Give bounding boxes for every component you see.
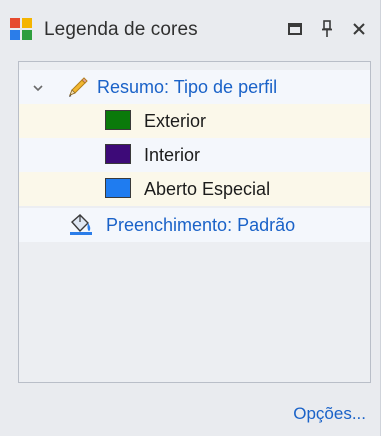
close-icon[interactable] xyxy=(346,16,372,42)
legend-item-label: Aberto Especial xyxy=(144,179,271,199)
color-swatch xyxy=(105,110,131,130)
color-swatch xyxy=(105,144,131,164)
legend-item-label: Exterior xyxy=(144,111,207,131)
options-link[interactable]: Opções... xyxy=(293,404,366,424)
window-restore-icon[interactable] xyxy=(282,16,308,42)
color-legend-icon xyxy=(10,18,32,40)
color-legend-panel: Legenda de cores Resumo: Tipo de perfil … xyxy=(0,0,381,436)
legend-item-interior[interactable]: Interior xyxy=(19,138,370,172)
legend-item-aberto-especial[interactable]: Aberto Especial xyxy=(19,172,370,206)
pencil-icon xyxy=(65,76,89,100)
fill-label[interactable]: Preenchimento: Padrão xyxy=(106,215,295,236)
legend-tree: Resumo: Tipo de perfil Exterior Interior… xyxy=(18,61,371,383)
legend-summary-node[interactable]: Resumo: Tipo de perfil xyxy=(19,70,370,104)
panel-titlebar: Legenda de cores xyxy=(0,0,380,60)
paint-bucket-icon xyxy=(67,213,95,237)
panel-title: Legenda de cores xyxy=(44,19,198,40)
color-swatch xyxy=(105,178,131,198)
legend-item-exterior[interactable]: Exterior xyxy=(19,104,370,138)
legend-item-label: Interior xyxy=(144,145,201,165)
summary-label[interactable]: Resumo: Tipo de perfil xyxy=(97,77,277,98)
pin-icon[interactable] xyxy=(314,16,340,42)
legend-fill-node[interactable]: Preenchimento: Padrão xyxy=(19,208,370,242)
chevron-down-icon[interactable] xyxy=(31,81,45,95)
